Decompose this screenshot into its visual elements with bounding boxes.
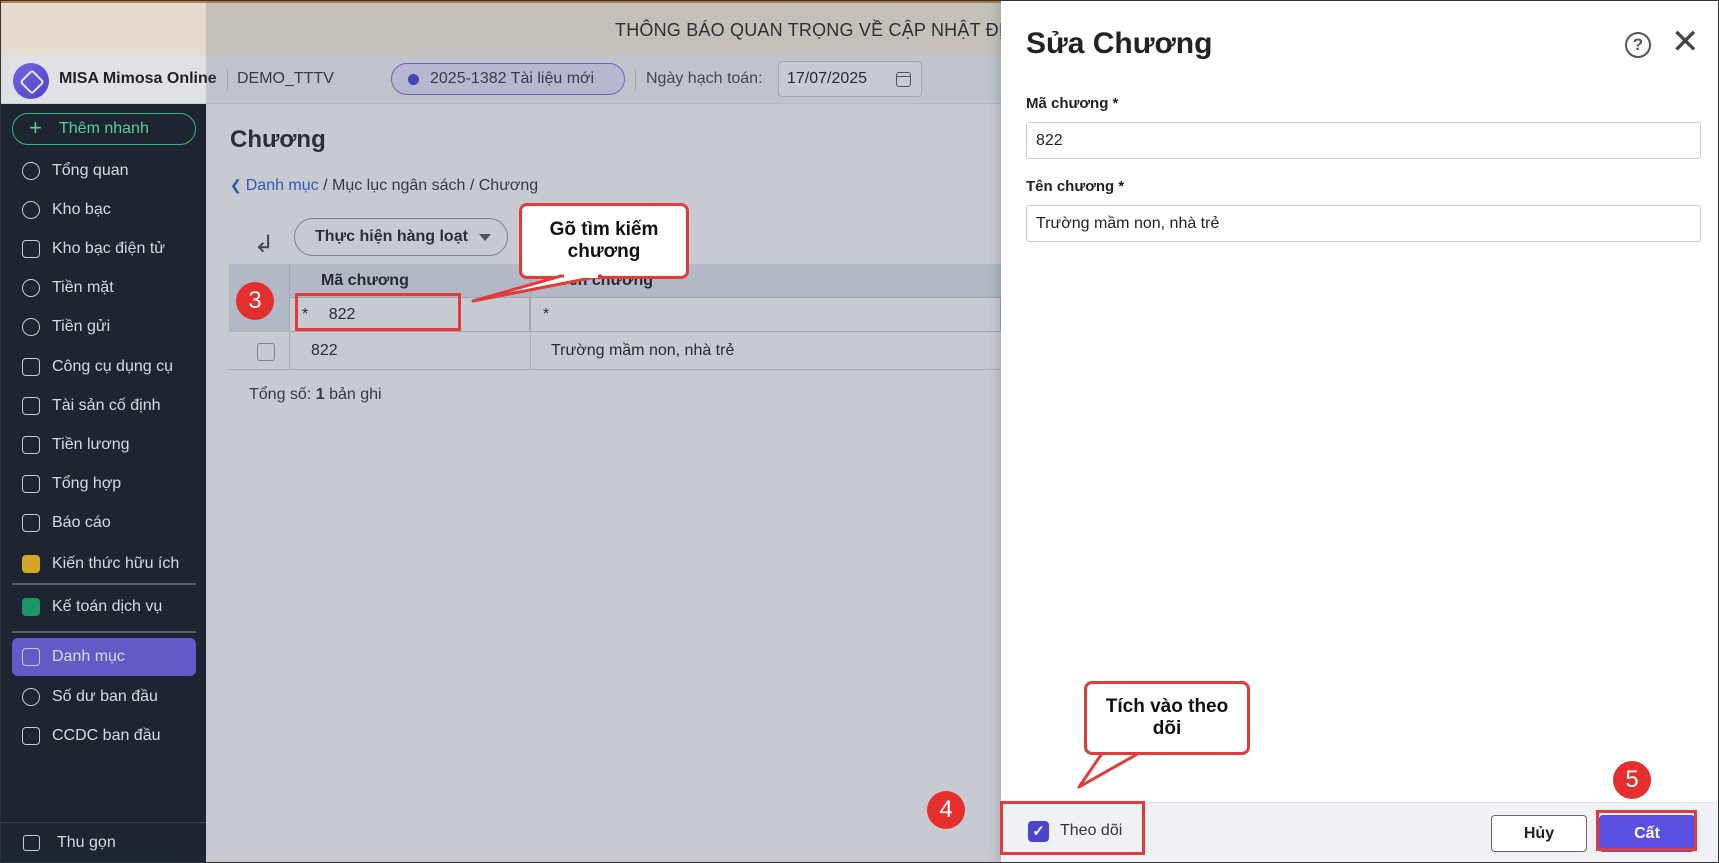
annotation-box-save <box>1596 810 1697 851</box>
step-badge-4: 4 <box>927 791 965 829</box>
step-badge-5: 5 <box>1613 761 1651 799</box>
callout-follow: Tích vào theo dõi <box>1084 681 1250 755</box>
app-window: THÔNG BÁO QUAN TRỌNG VỀ CẬP NHẬT ĐỊA CHỈ… <box>0 0 1719 863</box>
callout-tail-icon <box>471 274 1143 789</box>
annotation-box-follow <box>1000 801 1145 855</box>
